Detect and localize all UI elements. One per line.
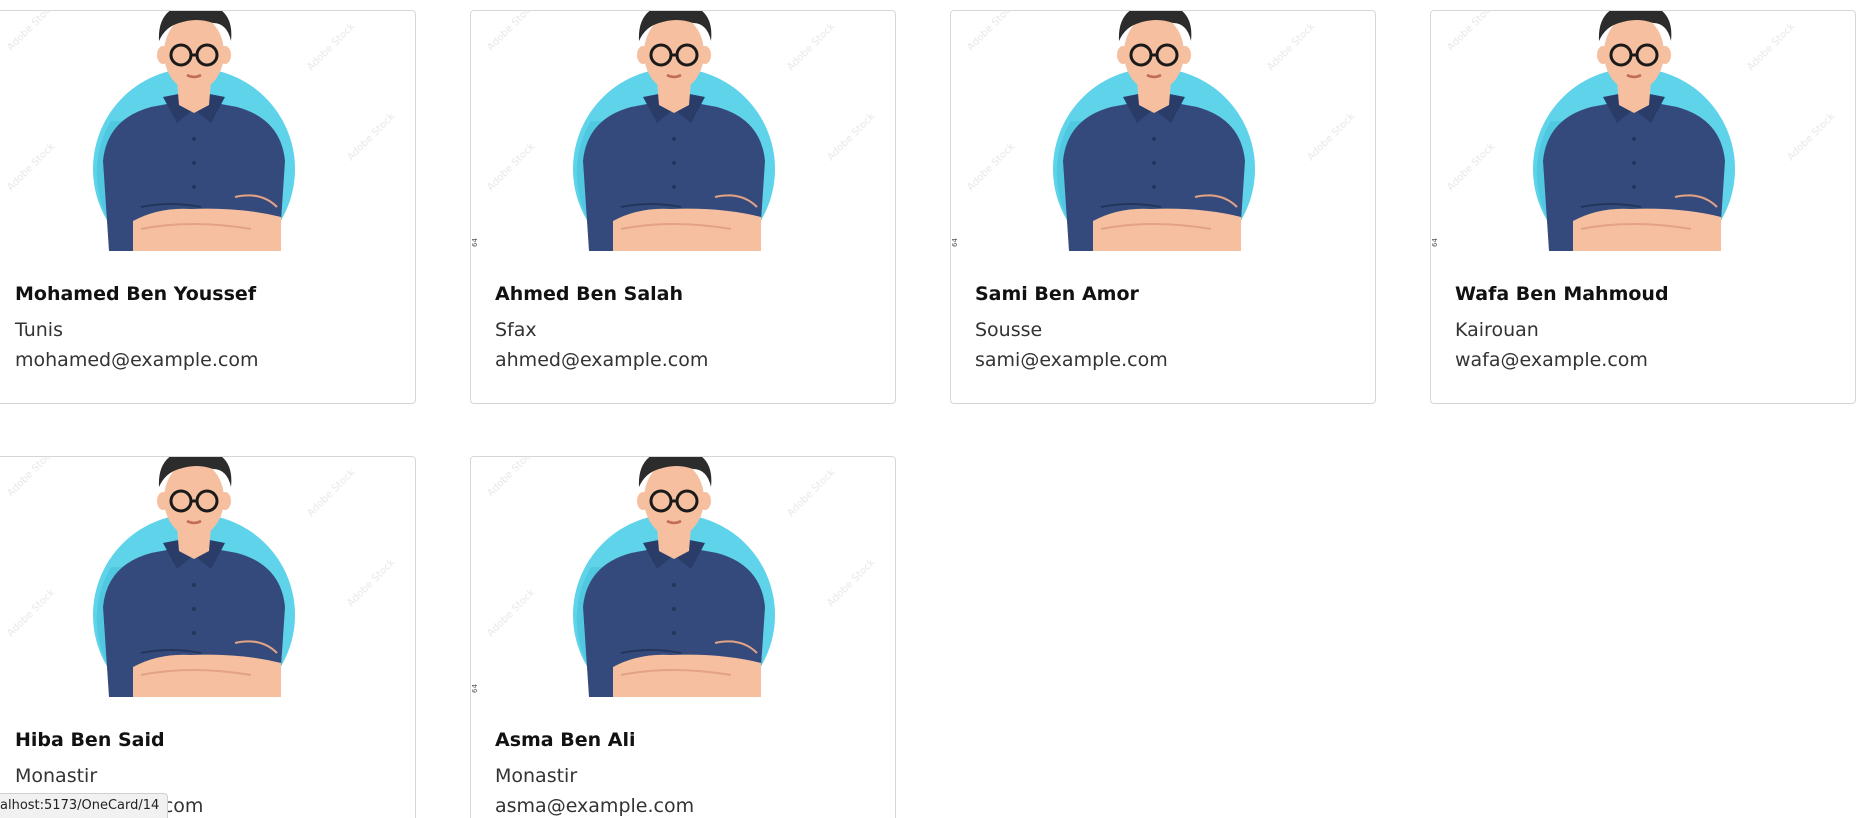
person-avatar-icon [951,11,1359,251]
avatar [951,11,1375,251]
card-name: Sami Ben Amor [975,283,1139,305]
card-body: Asma Ben Ali Monastir asma@example.com [495,727,885,818]
user-card[interactable]: Sami Ben Amor Sousse sami@example.com [950,10,1376,404]
person-avatar-icon [0,457,399,697]
card-body: Wafa Ben Mahmoud Kairouan wafa@example.c… [1455,281,1845,373]
person-avatar-icon [471,11,879,251]
card-email: ahmed@example.com [495,349,709,371]
avatar [471,457,895,697]
user-card[interactable]: Wafa Ben Mahmoud Kairouan wafa@example.c… [1430,10,1856,404]
card-email: asma@example.com [495,795,695,817]
avatar [0,457,415,697]
person-avatar-icon [1431,11,1839,251]
user-card[interactable]: Ahmed Ben Salah Sfax ahmed@example.com [470,10,896,404]
card-city: Monastir [495,765,578,787]
status-bar-url: alhost:5173/OneCard/14 [0,793,169,818]
card-name: Mohamed Ben Youssef [15,283,257,305]
person-avatar-icon [0,11,399,251]
avatar [1431,11,1855,251]
card-email: mohamed@example.com [15,349,259,371]
card-city: Sousse [975,319,1043,341]
card-body: Mohamed Ben Youssef Tunis mohamed@exampl… [15,281,405,373]
card-email: sami@example.com [975,349,1168,371]
card-grid: Mohamed Ben Youssef Tunis mohamed@exampl… [0,0,1859,818]
user-card[interactable]: Asma Ben Ali Monastir asma@example.com [470,456,896,818]
card-city: Sfax [495,319,537,341]
avatar [471,11,895,251]
card-city: Tunis [15,319,63,341]
card-name: Ahmed Ben Salah [495,283,684,305]
card-name: Hiba Ben Said [15,729,165,751]
card-email: wafa@example.com [1455,349,1648,371]
card-name: Asma Ben Ali [495,729,636,751]
card-name: Wafa Ben Mahmoud [1455,283,1669,305]
card-city: Kairouan [1455,319,1539,341]
user-card[interactable]: Hiba Ben Said Monastir hiba@example.com [0,456,416,818]
user-card[interactable]: Mohamed Ben Youssef Tunis mohamed@exampl… [0,10,416,404]
card-body: Sami Ben Amor Sousse sami@example.com [975,281,1365,373]
avatar [0,11,415,251]
card-body: Ahmed Ben Salah Sfax ahmed@example.com [495,281,885,373]
person-avatar-icon [471,457,879,697]
card-city: Monastir [15,765,98,787]
